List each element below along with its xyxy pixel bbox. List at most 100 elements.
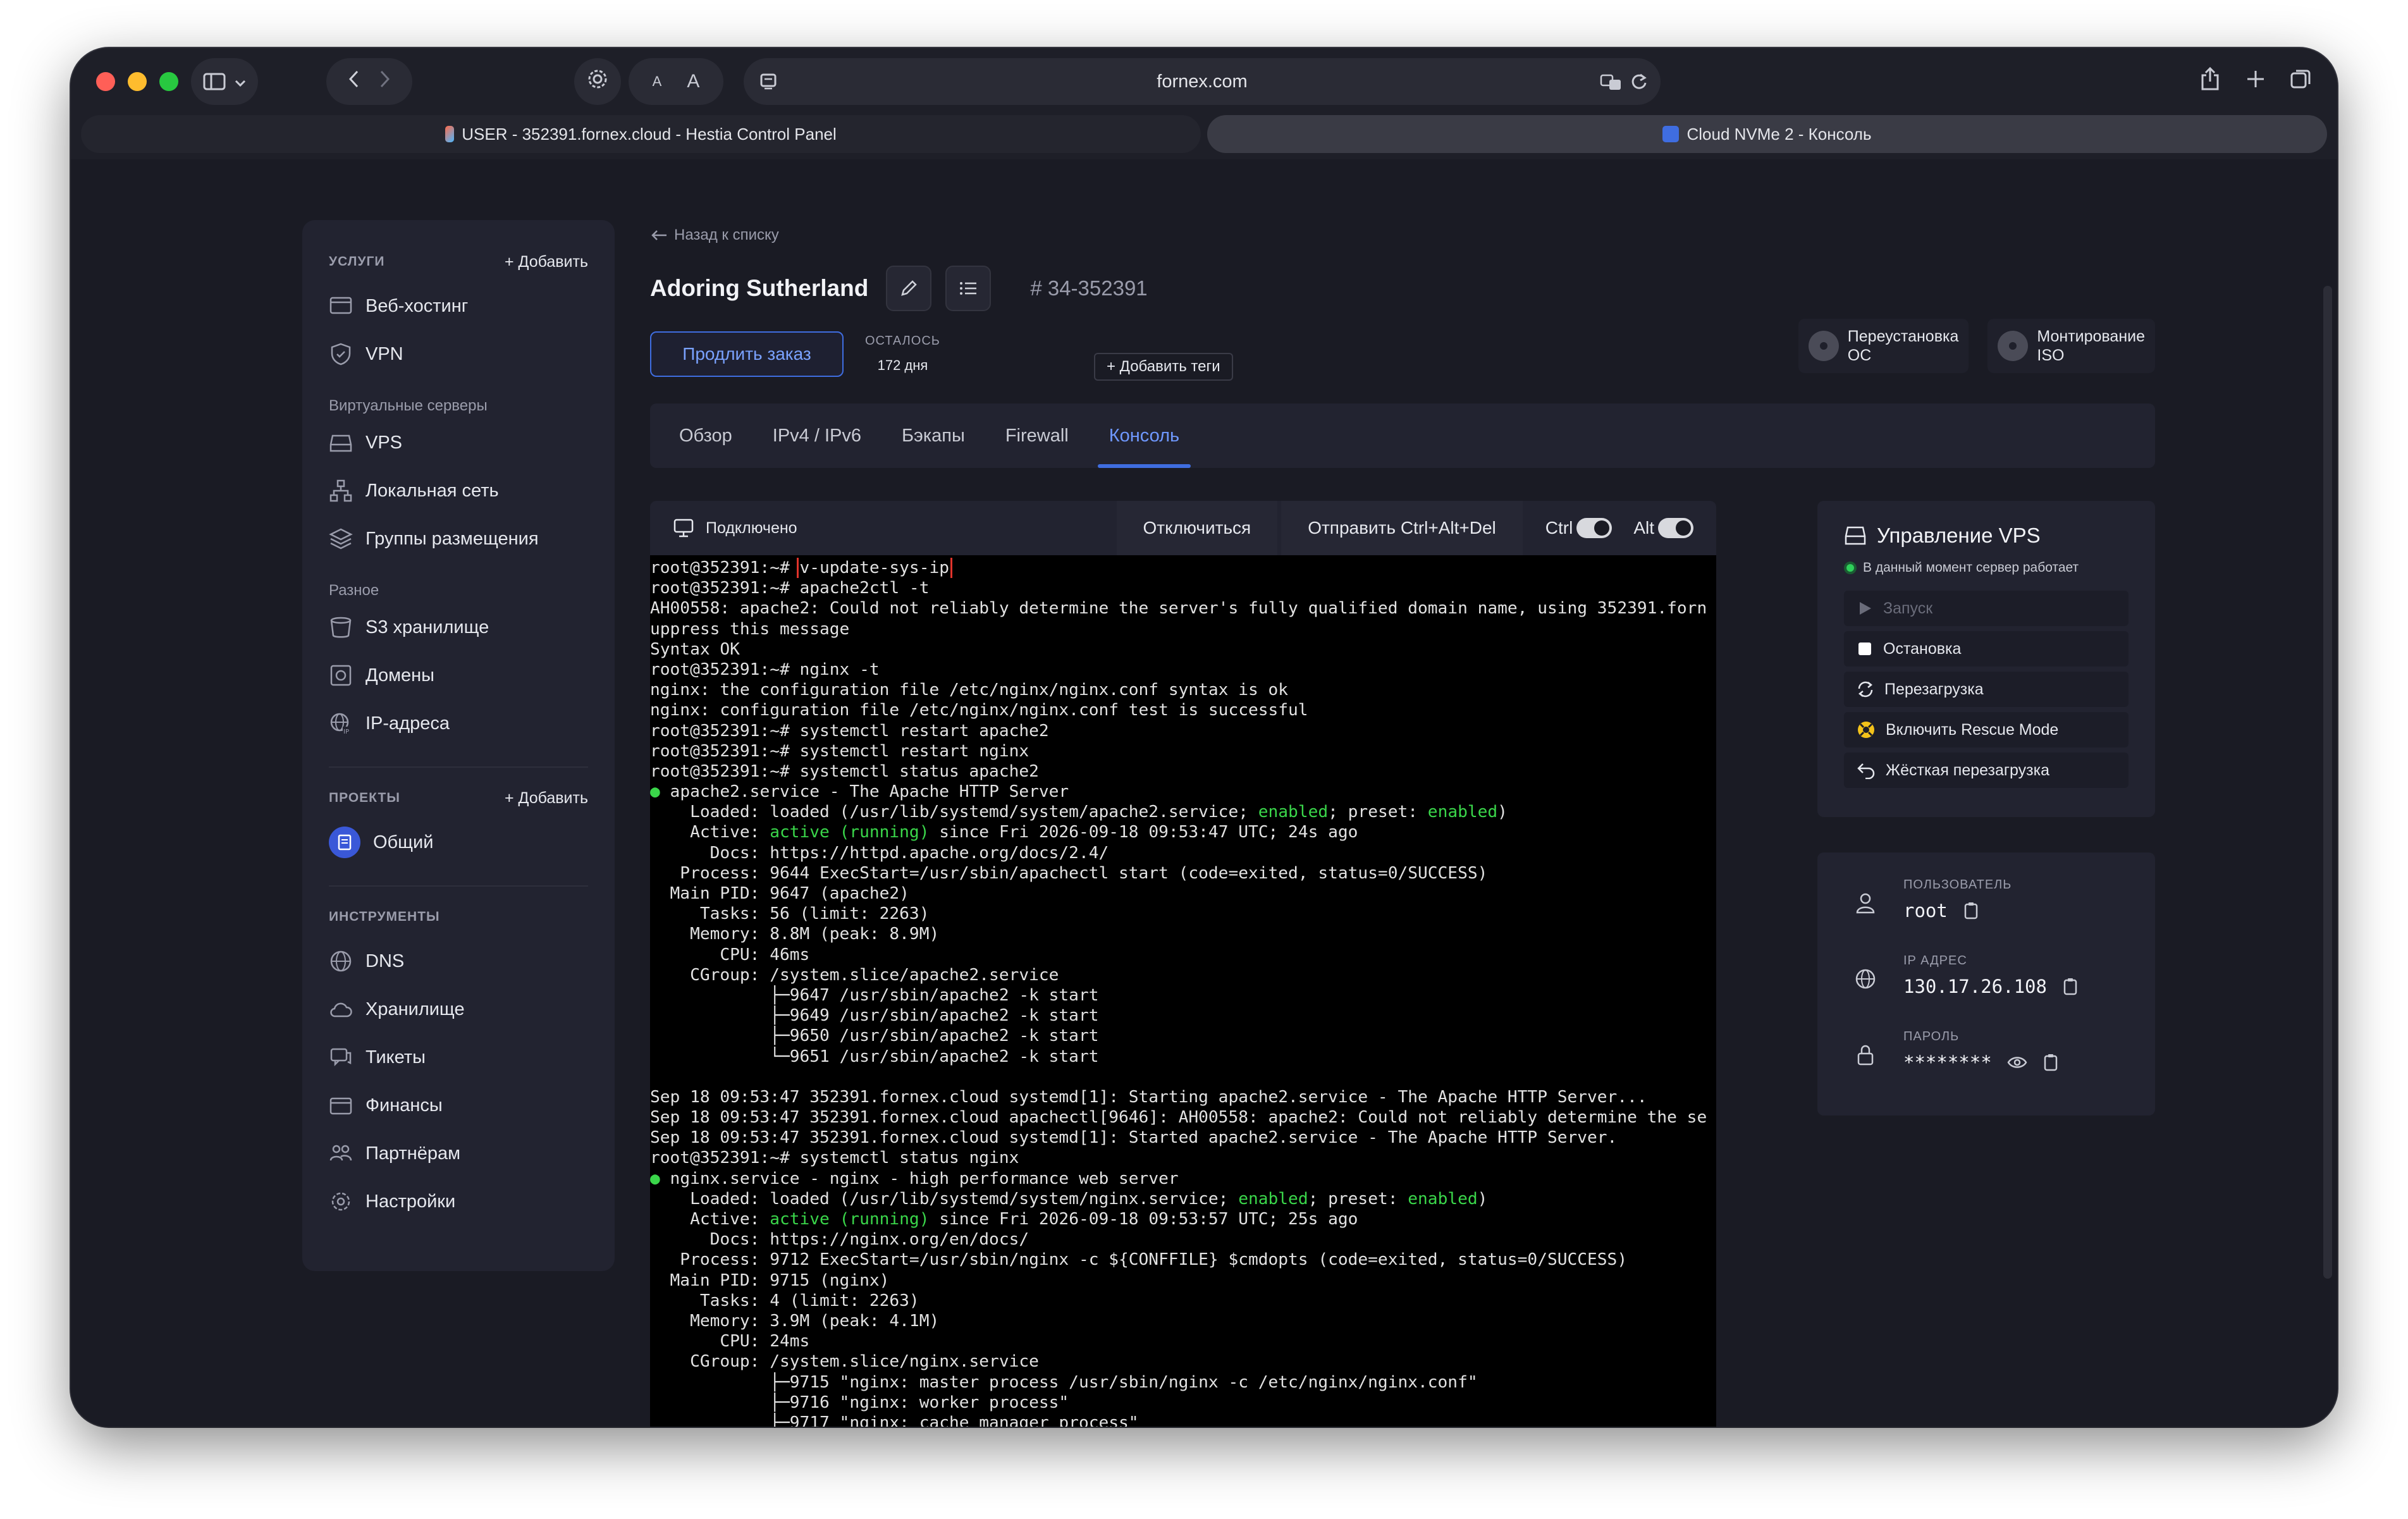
sidebar-item-local-network[interactable]: Локальная сеть — [329, 467, 588, 515]
sidebar-item-label: S3 хранилище — [366, 617, 489, 637]
terminal-status-keyword: enabled — [1408, 1189, 1478, 1208]
rename-button[interactable] — [886, 266, 932, 311]
back-to-list-link[interactable]: Назад к списку — [650, 220, 2155, 250]
add-service-button[interactable]: + Добавить — [505, 247, 588, 278]
terminal-line: ├─9717 "nginx: cache manager process" — [650, 1413, 1139, 1427]
reinstall-os-button[interactable]: Переустановка ОС — [1798, 319, 1969, 373]
tab-backups[interactable]: Бэкапы — [882, 403, 985, 468]
tab-console[interactable]: Консоль — [1089, 403, 1200, 468]
decrease-text-button[interactable]: A — [653, 73, 662, 90]
undo-icon — [1857, 763, 1875, 779]
terminal-line: ├─9715 "nginx: master process /usr/sbin/… — [650, 1372, 1478, 1392]
ctrl-toggle[interactable]: Ctrl — [1545, 518, 1612, 538]
start-button[interactable]: Запуск — [1844, 591, 2128, 626]
sidebar-item-placement-groups[interactable]: Группы размещения — [329, 515, 588, 563]
share-button[interactable] — [2187, 58, 2233, 105]
sidebar-item-ip-addresses[interactable]: IP IP-адреса — [329, 699, 588, 747]
user-value: root — [1903, 900, 1948, 921]
alt-switch[interactable] — [1658, 518, 1693, 538]
sidebar-item-finance[interactable]: Финансы — [329, 1081, 588, 1129]
sidebar-item-s3[interactable]: S3 хранилище — [329, 603, 588, 651]
main-content: Назад к списку Adoring Sutherland # 34-3… — [650, 220, 2155, 1427]
add-project-button[interactable]: + Добавить — [505, 783, 588, 814]
sidebar-item-vpn[interactable]: VPN — [329, 330, 588, 378]
details-menu-button[interactable] — [945, 266, 992, 311]
increase-text-button[interactable]: A — [687, 71, 699, 92]
sidebar-item-storage[interactable]: Хранилище — [329, 985, 588, 1033]
os-actions: Переустановка ОС Монтирование ISO — [1798, 319, 2155, 373]
browser-tab-console[interactable]: Cloud NVMe 2 - Консоль — [1207, 115, 2327, 153]
minimize-window-button[interactable] — [128, 72, 147, 91]
mount-iso-button[interactable]: Монтирование ISO — [1987, 319, 2155, 373]
terminal-line: ● apache2.service - The Apache HTTP Serv… — [650, 782, 1069, 802]
server-icon — [329, 434, 352, 452]
disconnect-button[interactable]: Отключиться — [1116, 501, 1278, 555]
send-ctrl-alt-del-button[interactable]: Отправить Ctrl+Alt+Del — [1281, 501, 1523, 555]
alt-toggle[interactable]: Alt — [1633, 518, 1693, 538]
stop-label: Остановка — [1883, 639, 1962, 658]
address-bar[interactable]: fornex.com — [744, 58, 1661, 105]
back-arrow-icon[interactable] — [348, 70, 359, 93]
hard-reboot-button[interactable]: Жёсткая перезагрузка — [1844, 753, 2128, 788]
terminal-line: root@352391:~# apache2ctl -t — [650, 579, 930, 598]
sidebar-item-label: Финансы — [366, 1095, 443, 1116]
terminal-line: CGroup: /system.slice/nginx.service — [650, 1352, 1039, 1372]
sidebar-item-label: IP-адреса — [366, 713, 450, 734]
renew-order-button[interactable]: Продлить заказ — [650, 331, 844, 377]
sidebar-item-dns[interactable]: DNS — [329, 937, 588, 985]
vps-management-panel: Управление VPS В данный момент сервер ра… — [1817, 501, 2155, 817]
tab-overview-button[interactable] — [2278, 58, 2325, 105]
copy-icon[interactable] — [1963, 901, 1979, 920]
terminal-line: Tasks: 4 (limit: 2263) — [650, 1291, 919, 1310]
zoom-window-button[interactable] — [159, 72, 178, 91]
terminal-status-keyword: ● — [650, 782, 660, 802]
ctrl-switch[interactable] — [1576, 518, 1612, 538]
close-window-button[interactable] — [96, 72, 115, 91]
credential-user: ПОЛЬЗОВАТЕЛЬ root — [1843, 878, 2155, 954]
copy-icon[interactable] — [2042, 1053, 2059, 1072]
restart-button[interactable]: Перезагрузка — [1844, 672, 2128, 707]
terminal-line: ├─9716 "nginx: worker process" — [650, 1393, 1069, 1412]
sidebar-item-settings[interactable]: Настройки — [329, 1178, 588, 1226]
vps-management-title: Управление VPS — [1844, 524, 2128, 548]
translate-icon[interactable] — [1600, 73, 1623, 96]
terminal-line: Tasks: 56 (limit: 2263) — [650, 904, 930, 924]
terminal-line: ● nginx.service - nginx - high performan… — [650, 1169, 1179, 1188]
stop-button[interactable]: Остановка — [1844, 631, 2128, 667]
reinstall-label-line1: Переустановка — [1847, 328, 1959, 345]
sidebar-item-tickets[interactable]: Тикеты — [329, 1033, 588, 1081]
forward-arrow-icon[interactable] — [380, 70, 390, 93]
chevron-down-icon — [235, 71, 246, 92]
terminal-screen[interactable]: root@352391:~# v-update-sys-ip root@35239… — [650, 555, 1716, 1427]
browser-toolbar: A A fornex.com USER - 352391.fornex.clou… — [71, 48, 2337, 159]
sidebar-item-web-hosting[interactable]: Веб-хостинг — [329, 282, 588, 330]
sidebar-item-label: VPS — [366, 432, 403, 453]
new-tab-button[interactable] — [2232, 58, 2279, 105]
terminal-status-keyword: active (running) — [770, 823, 930, 842]
cloud-icon — [330, 1002, 352, 1018]
terminal-line: Docs: https://nginx.org/en/docs/ — [650, 1230, 1029, 1250]
tab-ip[interactable]: IPv4 / IPv6 — [752, 403, 882, 468]
sidebar-item-domains[interactable]: Домены — [329, 651, 588, 699]
sidebar-toggle-button[interactable] — [191, 58, 258, 105]
browser-tab-hestia[interactable]: USER - 352391.fornex.cloud - Hestia Cont… — [81, 115, 1201, 153]
page-scrollbar[interactable] — [2323, 286, 2332, 1279]
eye-icon[interactable] — [2007, 1055, 2027, 1070]
add-tags-button[interactable]: + Добавить теги — [1094, 353, 1233, 381]
tab-overview[interactable]: Обзор — [679, 403, 752, 468]
sidebar-item-vps[interactable]: VPS — [329, 419, 588, 467]
sidebar-item-project-general[interactable]: Общий — [329, 818, 588, 866]
rescue-mode-button[interactable]: Включить Rescue Mode — [1844, 712, 2128, 747]
share-icon — [2200, 66, 2220, 97]
tab-firewall[interactable]: Firewall — [985, 403, 1089, 468]
remaining-label: ОСТАЛОСЬ — [865, 334, 940, 348]
copy-icon[interactable] — [2062, 977, 2079, 996]
terminal-line: Main PID: 9647 (apache2) — [650, 884, 909, 903]
reload-icon[interactable] — [1630, 72, 1648, 96]
settings-button[interactable] — [574, 58, 621, 105]
wallet-icon — [329, 1097, 352, 1115]
sidebar-item-partners[interactable]: Партнёрам — [329, 1129, 588, 1178]
terminal-line: Memory: 8.8M (peak: 8.9M) — [650, 925, 940, 944]
history-navigation — [326, 58, 412, 105]
console-toolbar: Подключено Отключиться Отправить Ctrl+Al… — [650, 501, 1716, 555]
